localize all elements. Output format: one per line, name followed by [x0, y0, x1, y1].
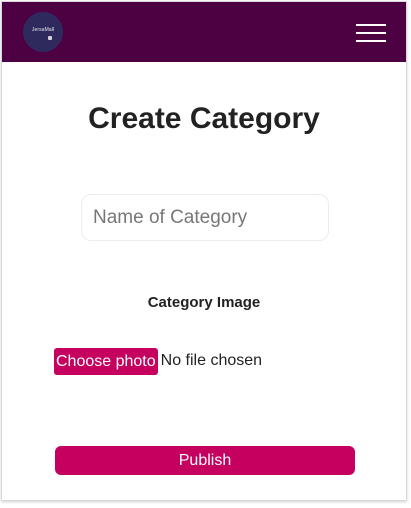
category-image-label: Category Image	[147, 294, 261, 311]
file-input: Choose photo No file chosen	[54, 347, 262, 375]
logo-mark-icon	[48, 36, 52, 40]
publish-button[interactable]: Publish	[55, 446, 355, 475]
hamburger-line	[356, 24, 386, 26]
hamburger-line	[356, 40, 386, 42]
page-title: Create Category	[88, 102, 320, 135]
logo[interactable]: JersaMall	[23, 12, 63, 52]
navbar: JersaMall	[2, 2, 406, 62]
hamburger-menu-icon[interactable]	[356, 22, 388, 44]
choose-photo-button[interactable]: Choose photo	[54, 347, 158, 375]
category-name-input[interactable]	[81, 194, 329, 241]
logo-text: JersaMall	[31, 27, 55, 33]
file-status-text: No file chosen	[160, 352, 263, 369]
page-container: JersaMall Create Category Category Image…	[1, 1, 407, 501]
hamburger-line	[356, 32, 386, 34]
